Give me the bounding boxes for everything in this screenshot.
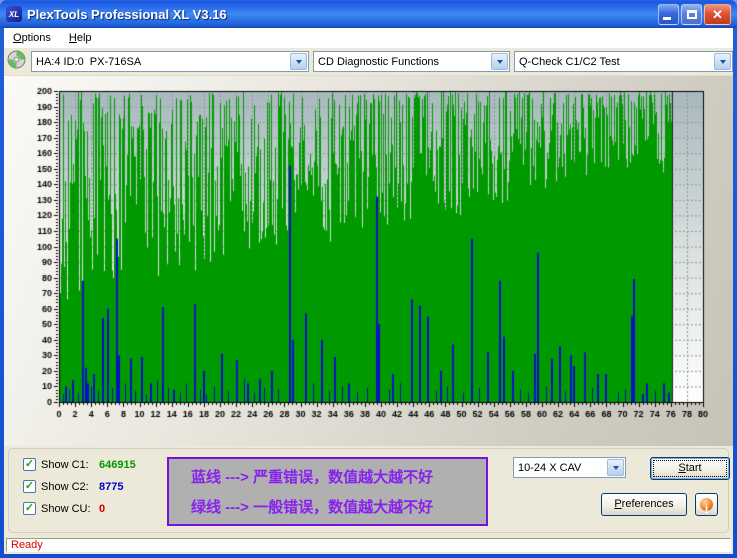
legend-note-box: 蓝线 ---> 严重错误，数值越大越不好 绿线 ---> 一般错误，数值越大越不… <box>167 457 488 526</box>
info-icon: i <box>700 498 713 511</box>
results-groupbox: ✓ Show C1: 646915 ✓ Show C2: 8775 ✓ Show… <box>8 448 729 533</box>
show-c1-label: Show C1: <box>41 459 99 471</box>
toolbar: HA:4 ID:0 PX-716SA CD Diagnostic Functio… <box>4 48 733 76</box>
status-bar: Ready <box>6 538 731 552</box>
title-bar[interactable]: XL PlexTools Professional XL V3.16 ✕ <box>0 0 737 28</box>
info-button[interactable]: i <box>695 493 718 516</box>
legend-note-green-line: 绿线 ---> 一般错误，数值越大越不好 <box>191 496 486 517</box>
show-c1-row: ✓ Show C1: 646915 <box>23 457 136 472</box>
start-button[interactable]: Start <box>650 457 730 480</box>
show-c2-checkbox[interactable]: ✓ <box>23 480 36 493</box>
minimize-button[interactable] <box>658 4 679 25</box>
show-c1-checkbox[interactable]: ✓ <box>23 458 36 471</box>
menu-bar: Options Help <box>4 28 733 48</box>
preferences-button-label: Preferences <box>614 494 673 515</box>
chart-panel <box>4 76 733 446</box>
show-cu-checkbox[interactable]: ✓ <box>23 502 36 515</box>
show-cu-row: ✓ Show CU: 0 <box>23 501 105 516</box>
cd-disc-icon <box>7 50 26 74</box>
test-function-value: Q-Check C1/C2 Test <box>515 56 713 68</box>
preferences-button[interactable]: Preferences <box>601 493 687 516</box>
c1-count: 646915 <box>99 459 136 471</box>
maximize-icon <box>687 10 697 19</box>
maximize-button[interactable] <box>681 4 702 25</box>
c1-c2-error-chart <box>4 76 733 446</box>
close-button[interactable]: ✕ <box>704 4 731 25</box>
start-button-label: Start <box>678 458 701 479</box>
c2-count: 8775 <box>99 481 123 493</box>
test-function-select[interactable]: Q-Check C1/C2 Test <box>514 51 733 72</box>
show-c2-label: Show C2: <box>41 481 99 493</box>
function-category-select[interactable]: CD Diagnostic Functions <box>313 51 510 72</box>
device-select-value: HA:4 ID:0 PX-716SA <box>32 56 289 68</box>
window-title: PlexTools Professional XL V3.16 <box>27 7 656 22</box>
legend-note-blue-line: 蓝线 ---> 严重错误，数值越大越不好 <box>191 466 486 487</box>
minimize-icon <box>663 17 671 20</box>
show-cu-label: Show CU: <box>41 503 99 515</box>
status-text: Ready <box>11 539 43 551</box>
menu-options[interactable]: Options <box>4 29 60 47</box>
client-area: Options Help HA:4 ID:0 PX-716SA CD Diagn… <box>4 28 733 554</box>
device-select[interactable]: HA:4 ID:0 PX-716SA <box>31 51 309 72</box>
chevron-down-icon[interactable] <box>491 53 508 70</box>
app-logo-icon: XL <box>6 6 22 22</box>
menu-help[interactable]: Help <box>60 29 101 47</box>
show-c2-row: ✓ Show C2: 8775 <box>23 479 123 494</box>
cu-count: 0 <box>99 503 105 515</box>
app-window: XL PlexTools Professional XL V3.16 ✕ Opt… <box>0 0 737 558</box>
chevron-down-icon[interactable] <box>607 459 624 476</box>
speed-select[interactable]: 10-24 X CAV <box>513 457 626 478</box>
chevron-down-icon[interactable] <box>290 53 307 70</box>
function-category-value: CD Diagnostic Functions <box>314 56 490 68</box>
chevron-down-icon[interactable] <box>714 53 731 70</box>
speed-select-value: 10-24 X CAV <box>514 462 606 474</box>
